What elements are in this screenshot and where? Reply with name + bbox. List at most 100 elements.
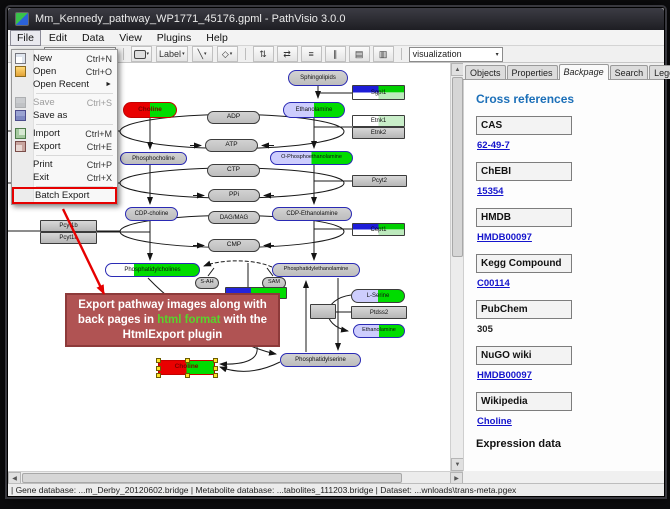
pathway-node-ethanolamine-bottom[interactable]: Ethanolamine bbox=[353, 324, 405, 338]
menu-file[interactable]: File bbox=[10, 30, 41, 46]
label-tool-button[interactable]: Label▾ bbox=[156, 46, 188, 62]
menu-item-spacer bbox=[15, 172, 26, 183]
save-icon bbox=[15, 97, 26, 108]
vertical-scroll-thumb[interactable] bbox=[452, 77, 463, 257]
pathway-node-l-serine[interactable]: L-Serine bbox=[351, 289, 405, 303]
align-button-4[interactable]: ▤ bbox=[349, 46, 370, 62]
pathway-node-stub-box[interactable] bbox=[310, 304, 336, 319]
pathway-node-label: SAM bbox=[268, 280, 280, 286]
pathway-node-phosphatidylserine[interactable]: Phosphatidylserine bbox=[280, 353, 361, 367]
chevron-down-icon: ▾ bbox=[182, 51, 185, 57]
shape-tool-button[interactable]: ◇▾ bbox=[217, 46, 238, 62]
backpage-header-hmdb: HMDB bbox=[476, 208, 572, 227]
backpage-value-link[interactable]: Choline bbox=[477, 416, 664, 427]
pathway-node-phosphocholine[interactable]: Phosphocholine bbox=[120, 152, 187, 165]
file-menu-item-open-recent[interactable]: Open Recent► bbox=[12, 78, 117, 91]
pathway-node-etnk1[interactable]: Etnk1 bbox=[352, 115, 405, 127]
pathway-node-dag[interactable]: DAG/MAG bbox=[208, 211, 260, 224]
selection-handle[interactable] bbox=[156, 366, 161, 371]
tab-backpage[interactable]: Backpage bbox=[559, 64, 609, 80]
pathway-node-phosphatidylethanolamine[interactable]: Phosphatidylethanolamine bbox=[272, 263, 360, 277]
pathway-node-label: O-Phosphoethanolamine bbox=[281, 155, 342, 161]
pathway-node-sgpl1[interactable]: Sgpl1 bbox=[352, 85, 405, 100]
visualization-combobox[interactable]: visualization ▾ bbox=[409, 47, 503, 62]
backpage-value-link[interactable]: 62-49-7 bbox=[477, 140, 664, 151]
menu-separator bbox=[36, 124, 113, 125]
align-button-5[interactable]: ▥ bbox=[373, 46, 394, 62]
backpage-value-link[interactable]: 15354 bbox=[477, 186, 664, 197]
align-button-1[interactable]: ⇄ bbox=[277, 46, 298, 62]
title-bar[interactable]: Mm_Kennedy_pathway_WP1771_45176.gpml - P… bbox=[8, 8, 664, 30]
canvas-vertical-scrollbar[interactable]: ▲ ▼ bbox=[450, 63, 463, 471]
selection-handle[interactable] bbox=[156, 373, 161, 378]
pathway-node-sah[interactable]: S-AH bbox=[195, 277, 219, 289]
file-menu-item-open[interactable]: OpenCtrl+O bbox=[12, 65, 117, 78]
tab-search[interactable]: Search bbox=[610, 65, 649, 79]
selection-handle[interactable] bbox=[185, 358, 190, 363]
pathway-node-pcyt1a[interactable]: Pcyt1a bbox=[40, 232, 97, 244]
backpage-sections: CAS62-49-7ChEBI15354HMDBHMDB00097Kegg Co… bbox=[476, 116, 664, 427]
pathway-node-phosphatidylcholines[interactable]: Phosphatidylcholines bbox=[105, 263, 200, 277]
open-folder-icon bbox=[15, 66, 26, 77]
tab-objects[interactable]: Objects bbox=[465, 65, 506, 79]
selection-handle[interactable] bbox=[213, 373, 218, 378]
horizontal-scroll-thumb[interactable] bbox=[22, 473, 402, 483]
pathway-node-ctp[interactable]: CTP bbox=[207, 164, 260, 177]
pathway-node-cdp-choline[interactable]: CDP-choline bbox=[125, 207, 178, 221]
pathway-node-label: L-Serine bbox=[367, 293, 390, 299]
pathway-node-adp[interactable]: ADP bbox=[207, 111, 260, 124]
pathway-node-etnk2[interactable]: Etnk2 bbox=[352, 127, 405, 139]
menu-item-label: Print bbox=[33, 159, 87, 170]
pathway-node-label: Pcyt2 bbox=[372, 178, 387, 184]
menu-data[interactable]: Data bbox=[75, 30, 111, 46]
backpage-value-link[interactable]: HMDB00097 bbox=[477, 232, 664, 243]
new-file-icon bbox=[15, 53, 26, 64]
app-icon bbox=[15, 12, 29, 26]
file-menu-item-exit[interactable]: ExitCtrl+X bbox=[12, 171, 117, 184]
pathway-node-ptdss2[interactable]: Ptdss2 bbox=[351, 306, 407, 319]
menu-help[interactable]: Help bbox=[199, 30, 235, 46]
backpage-value: 305 bbox=[477, 324, 664, 335]
menu-edit[interactable]: Edit bbox=[42, 30, 74, 46]
selection-handle[interactable] bbox=[156, 358, 161, 363]
pathway-node-pcyt1b[interactable]: Pcyt1b bbox=[40, 220, 97, 232]
selection-handle[interactable] bbox=[213, 366, 218, 371]
gene-tool-button[interactable]: ▾ bbox=[131, 46, 153, 62]
menu-view[interactable]: View bbox=[112, 30, 149, 46]
backpage-value-link[interactable]: C00114 bbox=[477, 278, 664, 289]
line-tool-button[interactable]: ╲▾ bbox=[192, 46, 213, 62]
pathway-node-pcyt2[interactable]: Pcyt2 bbox=[352, 175, 407, 187]
align-button-2[interactable]: ≡ bbox=[301, 46, 322, 62]
file-menu-item-import[interactable]: ImportCtrl+M bbox=[12, 127, 117, 140]
file-menu-item-new[interactable]: NewCtrl+N bbox=[12, 52, 117, 65]
selection-handle[interactable] bbox=[185, 373, 190, 378]
menu-item-label: Save as bbox=[33, 110, 112, 121]
backpage-value-link[interactable]: HMDB00097 bbox=[477, 370, 664, 381]
menu-plugins[interactable]: Plugins bbox=[150, 30, 198, 46]
pathway-node-o-phosphoethanolamine[interactable]: O-Phosphoethanolamine bbox=[270, 151, 353, 165]
pathway-node-label: Phosphatidylethanolamine bbox=[284, 267, 349, 273]
pathway-node-cept1[interactable]: Cept1 bbox=[352, 223, 405, 236]
pathway-node-atp[interactable]: ATP bbox=[205, 139, 258, 152]
pathway-node-choline-top[interactable]: Choline bbox=[123, 102, 177, 118]
side-panel: ObjectsPropertiesBackpageSearchLegend Cr… bbox=[463, 63, 664, 471]
pathway-node-cmp[interactable]: CMP bbox=[208, 239, 260, 252]
file-menu-item-export[interactable]: ExportCtrl+E bbox=[12, 140, 117, 153]
pathway-node-choline-bottom[interactable]: Choline bbox=[158, 360, 215, 375]
file-menu-item-save-as[interactable]: Save as bbox=[12, 109, 117, 122]
canvas-horizontal-scrollbar[interactable]: ◀ ▶ bbox=[8, 471, 463, 483]
pathway-node-ppi[interactable]: PPi bbox=[208, 189, 260, 202]
file-menu-item-batch-export[interactable]: Batch Export bbox=[14, 189, 115, 202]
pathway-node-label: Phosphatidylcholines bbox=[124, 267, 180, 273]
file-menu-item-print[interactable]: PrintCtrl+P bbox=[12, 158, 117, 171]
pathway-node-ethanolamine-top[interactable]: Ethanolamine bbox=[283, 102, 345, 118]
align-button-0[interactable]: ⇅ bbox=[253, 46, 274, 62]
pathway-node-sphingolipids[interactable]: Sphingolipids bbox=[288, 70, 348, 86]
selection-handle[interactable] bbox=[213, 358, 218, 363]
pathway-node-label: Ethanolamine bbox=[362, 328, 396, 334]
menu-item-spacer bbox=[15, 79, 26, 90]
tab-legend[interactable]: Legend bbox=[649, 65, 670, 79]
pathway-node-cdp-ethanolamine[interactable]: CDP-Ethanolamine bbox=[272, 207, 352, 221]
align-button-3[interactable]: ∥ bbox=[325, 46, 346, 62]
tab-properties[interactable]: Properties bbox=[507, 65, 558, 79]
